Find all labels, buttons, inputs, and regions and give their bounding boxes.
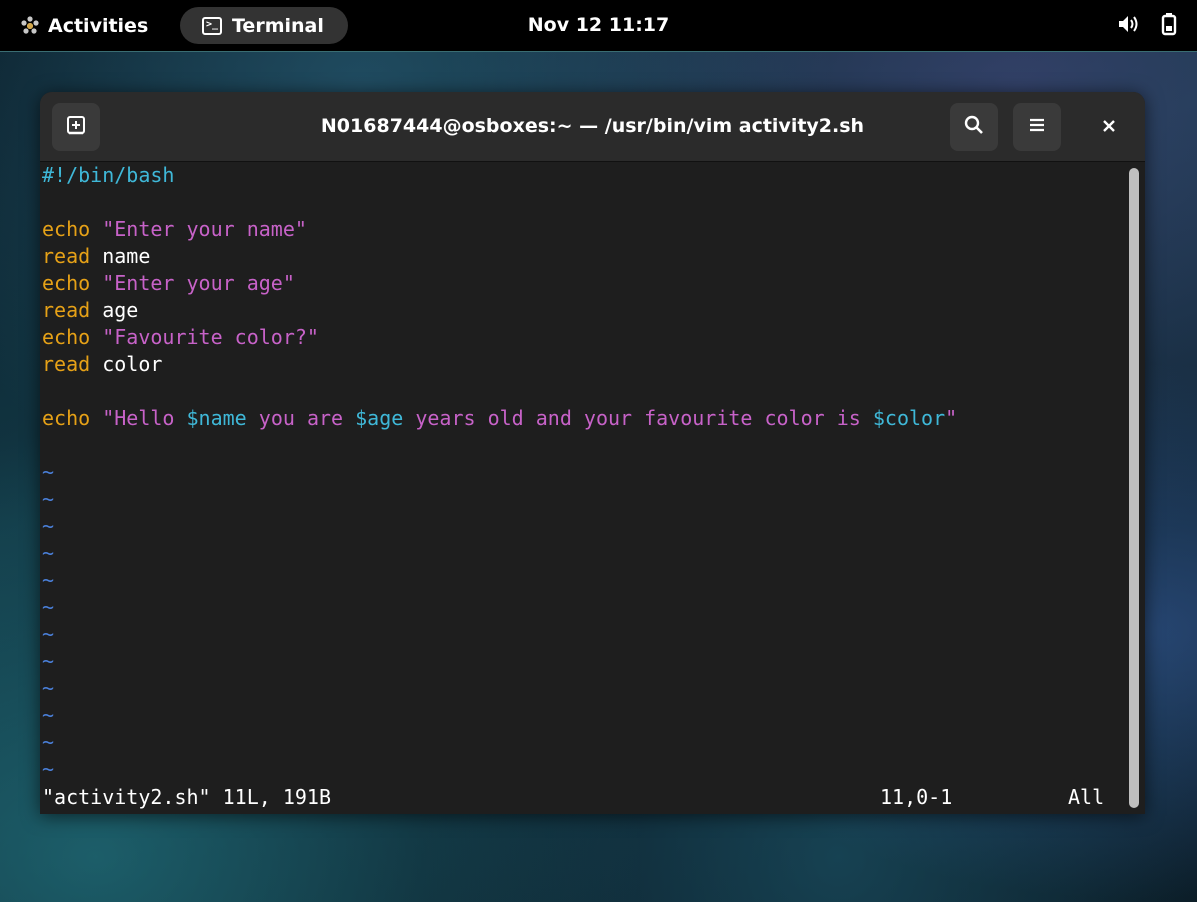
empty-line-tilde: ~	[42, 514, 55, 538]
code-line: echo "Favourite color?"	[42, 324, 1125, 351]
empty-line-tilde: ~	[42, 595, 55, 619]
code-line: read name	[42, 243, 1125, 270]
empty-line-tilde: ~	[42, 730, 55, 754]
scrollbar[interactable]	[1129, 168, 1139, 808]
code-string: "	[945, 406, 958, 430]
status-file-info: "activity2.sh" 11L, 191B	[42, 785, 331, 809]
window-headerbar: N01687444@osboxes:~ — /usr/bin/vim activ…	[40, 92, 1145, 162]
activities-label: Activities	[48, 14, 149, 37]
menu-button[interactable]	[1013, 103, 1061, 151]
empty-line-tilde: ~	[42, 757, 55, 781]
gnome-logo-icon	[20, 15, 40, 36]
code-string: "Favourite color?"	[102, 325, 319, 349]
empty-line-tilde: ~	[42, 649, 55, 673]
app-name: Terminal	[232, 14, 324, 37]
code-variable: $age	[355, 406, 404, 430]
scrollbar-thumb[interactable]	[1129, 168, 1139, 808]
close-button[interactable]	[1085, 103, 1133, 151]
code-keyword: echo	[42, 406, 91, 430]
vim-statusline: "activity2.sh" 11L, 191B 11,0-1 All	[42, 784, 1122, 811]
activities-button[interactable]: Activities	[20, 0, 148, 51]
top-bar: Activities >_ Terminal Nov 12 11:17	[0, 0, 1197, 52]
empty-buffer-lines: ~ ~ ~ ~ ~ ~ ~ ~ ~ ~ ~ ~	[42, 459, 1125, 783]
code-keyword: echo	[42, 325, 91, 349]
code-keyword: read	[42, 352, 91, 376]
code-keyword: echo	[42, 271, 91, 295]
empty-line-tilde: ~	[42, 622, 55, 646]
code-line: echo "Enter your age"	[42, 270, 1125, 297]
empty-line-tilde: ~	[42, 541, 55, 565]
clock-datetime[interactable]: Nov 12 11:17	[528, 14, 670, 36]
code-line-final-echo: echo "Hello $name you are $age years old…	[42, 405, 1125, 432]
code-string: years old and your favourite color is	[403, 406, 873, 430]
code-variable: $color	[872, 406, 946, 430]
battery-icon	[1161, 12, 1177, 40]
code-line: read color	[42, 351, 1125, 378]
empty-line-tilde: ~	[42, 703, 55, 727]
menu-icon	[1027, 116, 1047, 138]
system-tray[interactable]	[1117, 0, 1177, 51]
close-icon	[1101, 115, 1117, 139]
search-button[interactable]	[950, 103, 998, 151]
app-menu-button[interactable]: >_ Terminal	[180, 7, 348, 44]
code-keyword: read	[42, 244, 91, 268]
code-arg: color	[102, 352, 163, 376]
code-line: read age	[42, 297, 1125, 324]
terminal-icon: >_	[202, 16, 222, 35]
empty-line-tilde: ~	[42, 568, 55, 592]
code-string: you are	[246, 406, 356, 430]
status-view: All	[1068, 785, 1105, 809]
empty-line-tilde: ~	[42, 676, 55, 700]
status-cursor-position: 11,0-1	[880, 785, 953, 809]
code-arg: age	[102, 298, 139, 322]
code-variable: $name	[186, 406, 247, 430]
vim-editor[interactable]: #!/bin/bash echo "Enter your name" read …	[40, 162, 1125, 814]
code-line: echo "Enter your name"	[42, 216, 1125, 243]
code-string: "Hello	[102, 406, 187, 430]
volume-icon	[1117, 14, 1139, 38]
empty-line-tilde: ~	[42, 487, 55, 511]
empty-line-tilde: ~	[42, 460, 55, 484]
terminal-window: N01687444@osboxes:~ — /usr/bin/vim activ…	[40, 92, 1145, 814]
code-string: "Enter your name"	[102, 217, 307, 241]
code-keyword: echo	[42, 217, 91, 241]
search-icon	[963, 114, 985, 140]
code-line-shebang: #!/bin/bash	[42, 163, 175, 187]
code-string: "Enter your age"	[102, 271, 295, 295]
code-arg: name	[102, 244, 151, 268]
code-keyword: read	[42, 298, 91, 322]
